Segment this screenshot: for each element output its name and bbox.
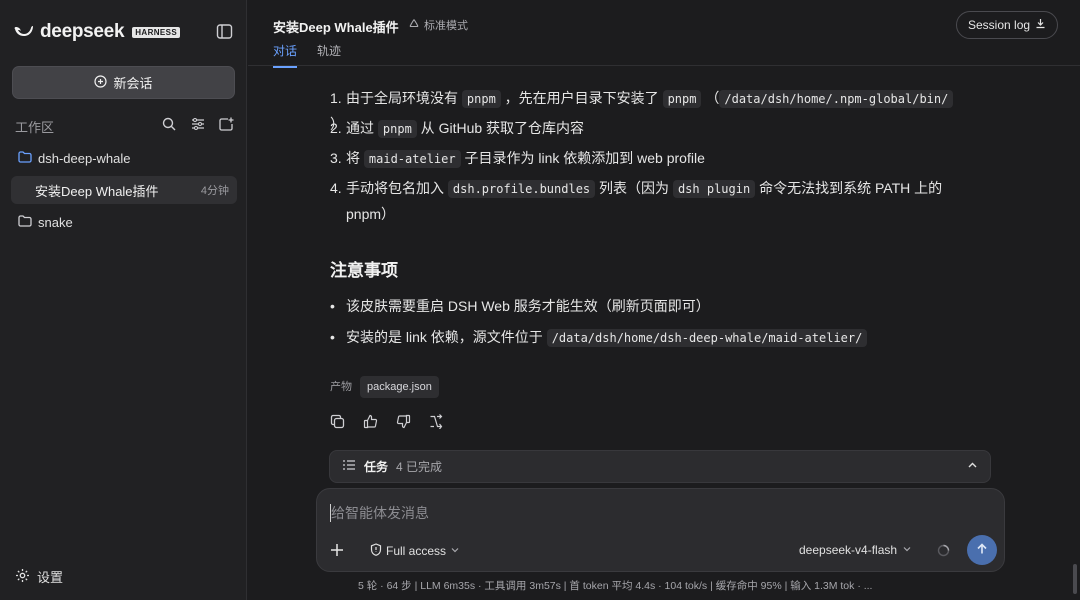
text-run: 列表（因为 (595, 180, 673, 196)
text-run: 将 (346, 150, 364, 166)
inline-code: dsh.profile.bundles (447, 180, 596, 198)
model-label: deepseek-v4-flash (799, 543, 898, 557)
access-level-label: Full access (386, 544, 447, 558)
text-run: 由于全局环境没有 (346, 90, 462, 106)
folder-icon (18, 214, 32, 230)
section-heading: 注意事项 (330, 261, 398, 280)
brand-name: deepseek (40, 21, 125, 42)
text-run: 安装的是 link 依赖，源文件位于 (346, 329, 547, 345)
bullet: • (330, 329, 335, 345)
scrollbar-thumb[interactable] (1073, 564, 1077, 594)
artifact-label: 产物 (330, 381, 352, 393)
tab-trace[interactable]: 轨迹 (317, 42, 341, 68)
session-log-label: Session log (968, 18, 1031, 32)
text-run: 手动将包名加入 (346, 180, 448, 196)
composer: Full access deepseek-v4-flash (316, 488, 1005, 572)
spinner-icon (937, 544, 950, 557)
mode-indicator[interactable]: 标准模式 (408, 17, 468, 33)
shield-icon (370, 543, 382, 559)
tasks-panel-toggle[interactable]: 任务 4 已完成 (329, 450, 991, 483)
conversation-title: 安装Deep Whale插件 (273, 20, 399, 35)
bullet: • (330, 298, 335, 314)
recycle-icon (408, 18, 420, 33)
whale-logo-icon (14, 23, 34, 42)
plus-icon[interactable] (329, 542, 345, 558)
access-level-select[interactable]: Full access (370, 543, 460, 559)
list-number: 1. (330, 90, 342, 106)
list-item: 2. 通过 pnpm 从 GitHub 获取了仓库内容 (330, 116, 970, 142)
artifact-file-chip[interactable]: package.json (360, 376, 439, 398)
copy-icon[interactable] (330, 414, 346, 430)
list-item: 3. 将 maid-atelier 子目录作为 link 依赖添加到 web pr… (330, 146, 970, 172)
folder-open-icon (18, 150, 32, 166)
list-number: 2. (330, 120, 342, 136)
inline-code: pnpm (662, 90, 702, 108)
inline-code: pnpm (377, 120, 417, 138)
chevron-down-icon (450, 544, 460, 558)
message-actions (330, 414, 445, 430)
inline-code: pnpm (461, 90, 501, 108)
text-run: 通过 (346, 120, 378, 136)
text-run: 从 GitHub 获取了仓库内容 (416, 120, 585, 136)
chevron-up-icon (967, 460, 978, 474)
folder-snake[interactable]: snake (12, 209, 235, 235)
brand[interactable]: deepseek HARNESS (14, 21, 181, 43)
settings-button[interactable]: 设置 (15, 567, 63, 586)
thumbs-up-icon[interactable] (363, 414, 379, 430)
session-log-button[interactable]: Session log (956, 11, 1059, 39)
list-number: 4. (330, 180, 342, 196)
text-run: pnpm） (346, 206, 396, 222)
folder-dsh-deep-whale[interactable]: dsh-deep-whale (12, 145, 235, 171)
text-run: 命令无法找到系统 PATH 上的 (755, 180, 943, 196)
thumbs-down-icon[interactable] (396, 414, 412, 430)
workspace-actions (160, 115, 235, 132)
brand-badge: HARNESS (132, 26, 181, 38)
chevron-down-icon (902, 543, 912, 557)
text-cursor (330, 504, 331, 522)
thread-time: 4分钟 (200, 185, 229, 197)
folder-name: snake (38, 214, 73, 230)
folder-name: dsh-deep-whale (38, 150, 131, 166)
thread-title: 安装Deep Whale插件 (35, 183, 159, 199)
mode-label: 标准模式 (424, 20, 468, 32)
tasks-title: 任务 (364, 460, 389, 474)
filter-icon[interactable] (189, 115, 206, 132)
plus-circle-icon (94, 74, 108, 91)
text-run: 该皮肤需要重启 DSH Web 服务才能生效（刷新页面即可） (346, 298, 710, 314)
new-folder-icon[interactable] (218, 115, 235, 132)
sidebar: deepseek HARNESS 新会话 工作区 dsh-deep-whale … (0, 0, 247, 600)
session-stats: 5 轮 · 64 步 | LLM 6m35s · 工具调用 3m57s | 首 … (358, 580, 873, 592)
new-chat-button[interactable]: 新会话 (12, 66, 235, 99)
inline-code: dsh plugin (672, 180, 756, 198)
arrow-up-icon (976, 542, 988, 558)
settings-label: 设置 (37, 570, 64, 585)
model-select[interactable]: deepseek-v4-flash (799, 543, 912, 557)
inline-code: maid-atelier (363, 150, 461, 168)
tasks-status: 4 已完成 (396, 460, 443, 474)
download-icon (1035, 18, 1046, 32)
checklist-icon (342, 459, 356, 474)
new-chat-label: 新会话 (113, 76, 153, 91)
tab-conversation[interactable]: 对话 (273, 42, 298, 68)
workspace-label: 工作区 (15, 120, 55, 135)
message-input[interactable] (331, 503, 971, 523)
search-icon[interactable] (160, 115, 177, 132)
send-button[interactable] (967, 535, 997, 565)
sidebar-toggle-icon[interactable] (216, 23, 233, 40)
list-number: 3. (330, 150, 342, 166)
sidebar-thread-item[interactable]: 安装Deep Whale插件 4分钟 (11, 176, 237, 204)
gear-icon (15, 568, 30, 586)
text-run: （ (701, 90, 720, 106)
inline-code: /data/dsh/home/.npm-global/bin/ (719, 90, 954, 108)
list-item: • 安装的是 link 依赖，源文件位于 /data/dsh/home/dsh-d… (330, 325, 868, 351)
list-item: 4. 手动将包名加入 dsh.profile.bundles 列表（因为 dsh … (330, 176, 970, 227)
tab-bar: 对话 轨迹 (273, 42, 341, 68)
conversation-header: 安装Deep Whale插件 标准模式 对话 轨迹 Session log (248, 0, 1080, 68)
text-run: 子目录作为 link 依赖添加到 web profile (460, 150, 705, 166)
list-item: • 该皮肤需要重启 DSH Web 服务才能生效（刷新页面即可） (330, 294, 710, 319)
retry-icon[interactable] (429, 414, 445, 430)
inline-code: /data/dsh/home/dsh-deep-whale/maid-ateli… (546, 329, 868, 347)
text-run: ，先在用户目录下安装了 (500, 90, 663, 106)
